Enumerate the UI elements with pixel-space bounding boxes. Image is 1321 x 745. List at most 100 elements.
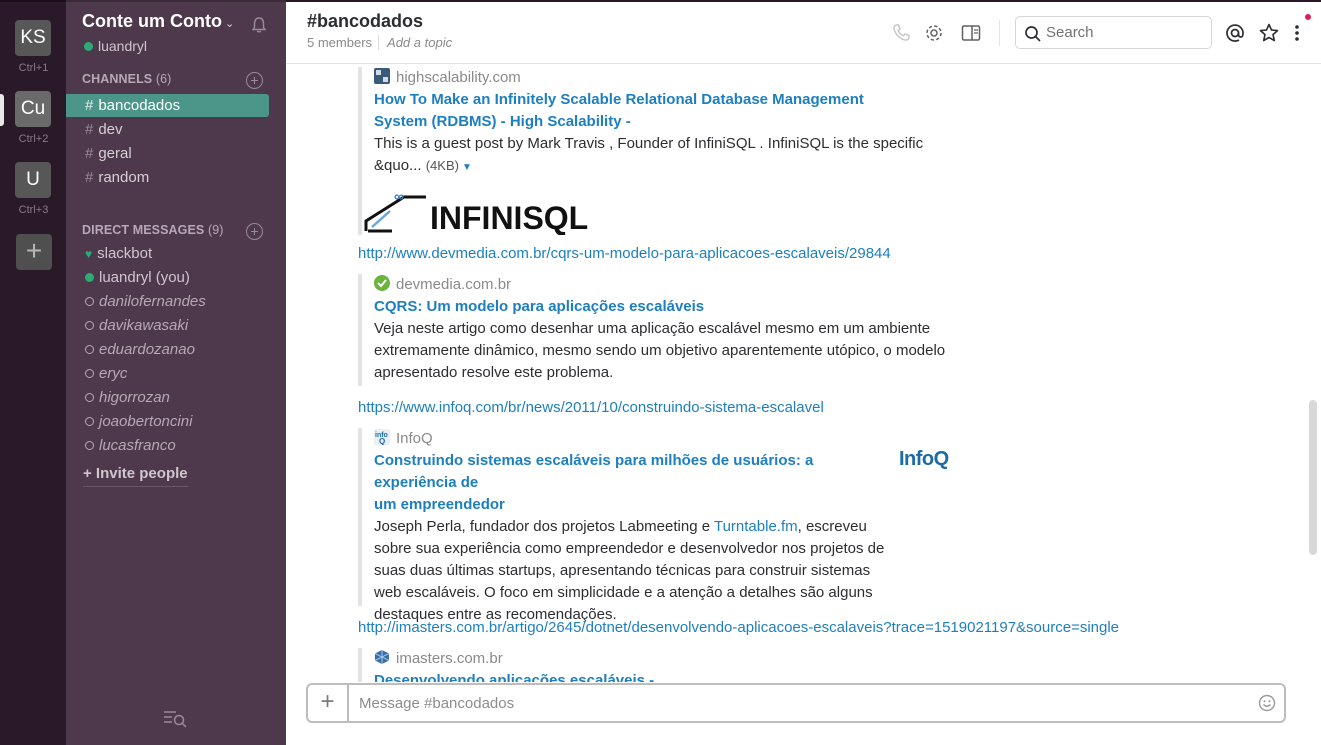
add-channel-icon[interactable]: + xyxy=(246,72,263,89)
member-count[interactable]: 5 members xyxy=(307,35,372,50)
dm-name: lucasfranco xyxy=(99,437,176,454)
unfurl-source-name: imasters.com.br xyxy=(396,650,503,667)
sidebar-item-slackbot[interactable]: ♥ slackbot xyxy=(66,242,269,266)
unfurl-source[interactable]: imasters.com.br xyxy=(374,648,958,670)
sidebar-item-lucasfranco[interactable]: lucasfranco xyxy=(66,434,269,458)
invite-people-link[interactable]: + Invite people xyxy=(83,465,188,487)
add-workspace-button[interactable]: + xyxy=(16,234,52,270)
add-topic-link[interactable]: Add a topic xyxy=(378,35,453,50)
workspace-tile[interactable]: Cu xyxy=(15,91,51,127)
unfurl-source[interactable]: info Q InfoQ xyxy=(374,428,968,450)
presence-away-icon xyxy=(85,369,94,378)
unfurl-description: Veja neste artigo como desenhar uma apli… xyxy=(374,320,946,381)
unfurl-source-name: InfoQ xyxy=(396,430,433,447)
current-user[interactable]: luandryl xyxy=(84,38,147,54)
sidebar-item-eduardozanao[interactable]: eduardozanao xyxy=(66,338,269,362)
unfurl-title[interactable]: How To Make an Infinitely Scalable Relat… xyxy=(374,89,958,133)
team-menu[interactable]: Conte um Conto ⌄ xyxy=(82,11,234,32)
main-pane: #bancodados 5 members Add a topic highsca… xyxy=(286,0,1321,745)
unfurl-source-name: highscalability.com xyxy=(396,69,521,86)
dm-count: (9) xyxy=(207,223,224,237)
quick-switcher-icon[interactable] xyxy=(162,708,188,728)
infinisql-logo[interactable]: ∞ INFINISQL xyxy=(364,191,604,235)
more-vertical-icon[interactable] xyxy=(1290,22,1304,44)
link-unfurl: info Q InfoQ Construindo sistemas escaláve… xyxy=(358,428,968,623)
unfurl-source-name: devmedia.com.br xyxy=(396,276,512,293)
channels-label[interactable]: CHANNELS xyxy=(82,72,152,86)
presence-online-icon xyxy=(85,273,94,282)
message-list[interactable]: highscalability.com How To Make an Infin… xyxy=(286,65,1321,682)
phone-icon[interactable] xyxy=(890,22,912,44)
link-unfurl: highscalability.com How To Make an Infin… xyxy=(358,67,958,235)
sidebar-item-joaobertoncini[interactable]: joaobertoncini xyxy=(66,410,269,434)
dm-name: joaobertoncini xyxy=(99,413,193,430)
chevron-down-icon[interactable]: ⌄ xyxy=(225,18,234,30)
message-link[interactable]: https://www.infoq.com/br/news/2011/10/co… xyxy=(358,399,824,416)
message-composer[interactable]: + xyxy=(306,683,1286,723)
sidebar-item-random[interactable]: # random xyxy=(66,166,269,189)
channel-label: geral xyxy=(98,145,132,162)
workspace-shortcut: Ctrl+1 xyxy=(18,62,49,74)
team-name[interactable]: Conte um Conto xyxy=(82,11,222,31)
direct-messages-header[interactable]: DIRECT MESSAGES (9) xyxy=(82,223,224,237)
workspace-shortcut: Ctrl+2 xyxy=(18,133,49,145)
infoq-logo[interactable]: InfoQ xyxy=(899,448,949,471)
channel-header: #bancodados 5 members Add a topic xyxy=(286,2,1321,64)
presence-away-icon xyxy=(85,297,94,306)
workspace-u[interactable]: U Ctrl+3 xyxy=(15,162,52,216)
sidebar-item-eryc[interactable]: eryc xyxy=(66,362,269,386)
channel-label: bancodados xyxy=(98,97,181,114)
caret-down-icon[interactable]: ▼ xyxy=(462,162,472,173)
mentions-icon[interactable] xyxy=(1224,22,1246,44)
channels-header[interactable]: CHANNELS (6) xyxy=(82,72,171,86)
workspace-shortcut: Ctrl+3 xyxy=(18,204,49,216)
unfurl-title[interactable]: Construindo sistemas escaláveis para mil… xyxy=(374,450,894,516)
sidebar-item-bancodados[interactable]: # bancodados xyxy=(66,94,269,117)
search-box[interactable] xyxy=(1015,16,1212,49)
sidebar-item-davikawasaki[interactable]: davikawasaki xyxy=(66,314,269,338)
sidebar-item-danilofernandes[interactable]: danilofernandes xyxy=(66,290,269,314)
attachment-size: (4KB) xyxy=(425,158,459,173)
unfurl-source[interactable]: highscalability.com xyxy=(374,67,958,89)
presence-away-icon xyxy=(85,345,94,354)
inline-link[interactable]: Turntable.fm xyxy=(714,518,798,535)
sidebar-toggle-icon[interactable] xyxy=(960,22,982,44)
search-icon xyxy=(1025,26,1041,42)
dm-name: slackbot xyxy=(97,245,153,262)
workspace-tile[interactable]: KS xyxy=(15,20,51,56)
message-link[interactable]: http://imasters.com.br/artigo/2645/dotne… xyxy=(358,619,1119,636)
unfurl-title[interactable]: Desenvolvendo aplicações escaláveis - xyxy=(374,670,958,682)
dm-name: higorrozan xyxy=(99,389,170,406)
message-link[interactable]: http://www.devmedia.com.br/cqrs-um-model… xyxy=(358,245,891,262)
add-dm-icon[interactable]: + xyxy=(246,223,263,240)
emoji-icon[interactable] xyxy=(1258,694,1276,712)
presence-away-icon xyxy=(85,417,94,426)
message-input[interactable] xyxy=(359,693,1239,713)
star-icon[interactable] xyxy=(1258,22,1280,44)
channel-meta: 5 members Add a topic xyxy=(307,35,453,50)
infoq-favicon-icon: infoQ xyxy=(374,429,390,445)
workspace-tile[interactable]: U xyxy=(15,162,51,198)
search-input[interactable] xyxy=(1046,23,1206,42)
attach-file-button[interactable]: + xyxy=(308,685,349,721)
dm-label[interactable]: DIRECT MESSAGES xyxy=(82,223,204,237)
bell-icon[interactable] xyxy=(250,16,268,34)
presence-away-icon xyxy=(85,393,94,402)
channel-sidebar: Conte um Conto ⌄ luandryl CHANNELS (6) + … xyxy=(66,0,286,745)
unfurl-description: This is a guest post by Mark Travis , Fo… xyxy=(374,135,924,174)
unfurl-title[interactable]: CQRS: Um modelo para aplicações escaláve… xyxy=(374,296,958,318)
sidebar-item-geral[interactable]: # geral xyxy=(66,142,269,165)
scrollbar[interactable] xyxy=(1309,400,1317,555)
sidebar-item-higorrozan[interactable]: higorrozan xyxy=(66,386,269,410)
workspace-cu[interactable]: Cu Ctrl+2 xyxy=(15,91,52,145)
gear-icon[interactable] xyxy=(923,22,945,44)
highscalability-favicon-icon xyxy=(374,68,390,84)
workspace-ks[interactable]: KS Ctrl+1 xyxy=(15,20,52,74)
dm-name: danilofernandes xyxy=(99,293,206,310)
sidebar-item-dev[interactable]: # dev xyxy=(66,118,269,141)
unfurl-source[interactable]: devmedia.com.br xyxy=(374,274,958,296)
sidebar-item-luandryl[interactable]: luandryl (you) xyxy=(66,266,269,290)
dm-name: luandryl (you) xyxy=(99,269,190,286)
channel-title[interactable]: #bancodados xyxy=(307,11,423,32)
hash-icon: # xyxy=(85,97,94,114)
